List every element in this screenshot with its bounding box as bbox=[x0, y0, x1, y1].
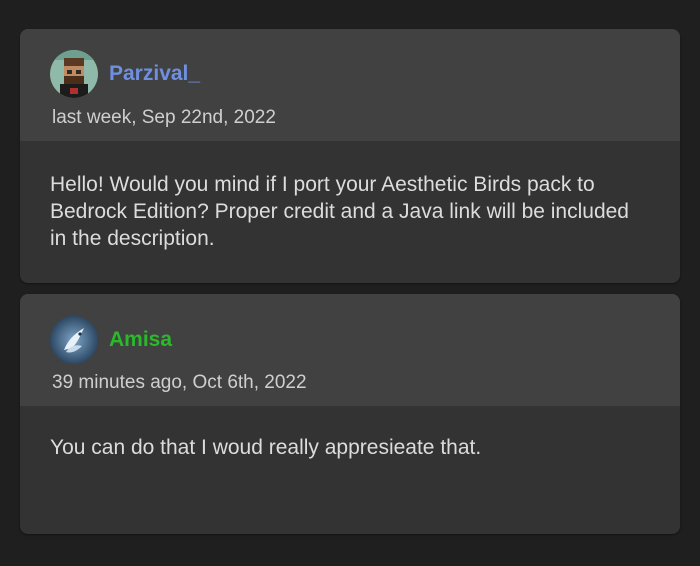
timestamp: last week, Sep 22nd, 2022 bbox=[52, 107, 276, 128]
comment-text: You can do that I woud really appresieat… bbox=[50, 436, 482, 459]
comment-card: Parzival_ last week, Sep 22nd, 2022 Hell… bbox=[20, 29, 680, 283]
avatar[interactable] bbox=[50, 316, 98, 364]
pixel-avatar-icon bbox=[50, 50, 98, 98]
comments-page: Parzival_ last week, Sep 22nd, 2022 Hell… bbox=[0, 0, 700, 566]
comment-text: Hello! Would you mind if I port your Aes… bbox=[50, 173, 629, 250]
timestamp: 39 minutes ago, Oct 6th, 2022 bbox=[52, 372, 307, 393]
bird-avatar-icon bbox=[50, 316, 98, 364]
comment-card: Amisa 39 minutes ago, Oct 6th, 2022 You … bbox=[20, 294, 680, 534]
comment-header: Amisa 39 minutes ago, Oct 6th, 2022 bbox=[20, 294, 680, 406]
author-row: Parzival_ bbox=[50, 50, 200, 98]
comment-header: Parzival_ last week, Sep 22nd, 2022 bbox=[20, 29, 680, 141]
author-row: Amisa bbox=[50, 316, 172, 364]
username-link[interactable]: Parzival_ bbox=[109, 62, 200, 86]
avatar[interactable] bbox=[50, 50, 98, 98]
username-link[interactable]: Amisa bbox=[109, 328, 172, 352]
